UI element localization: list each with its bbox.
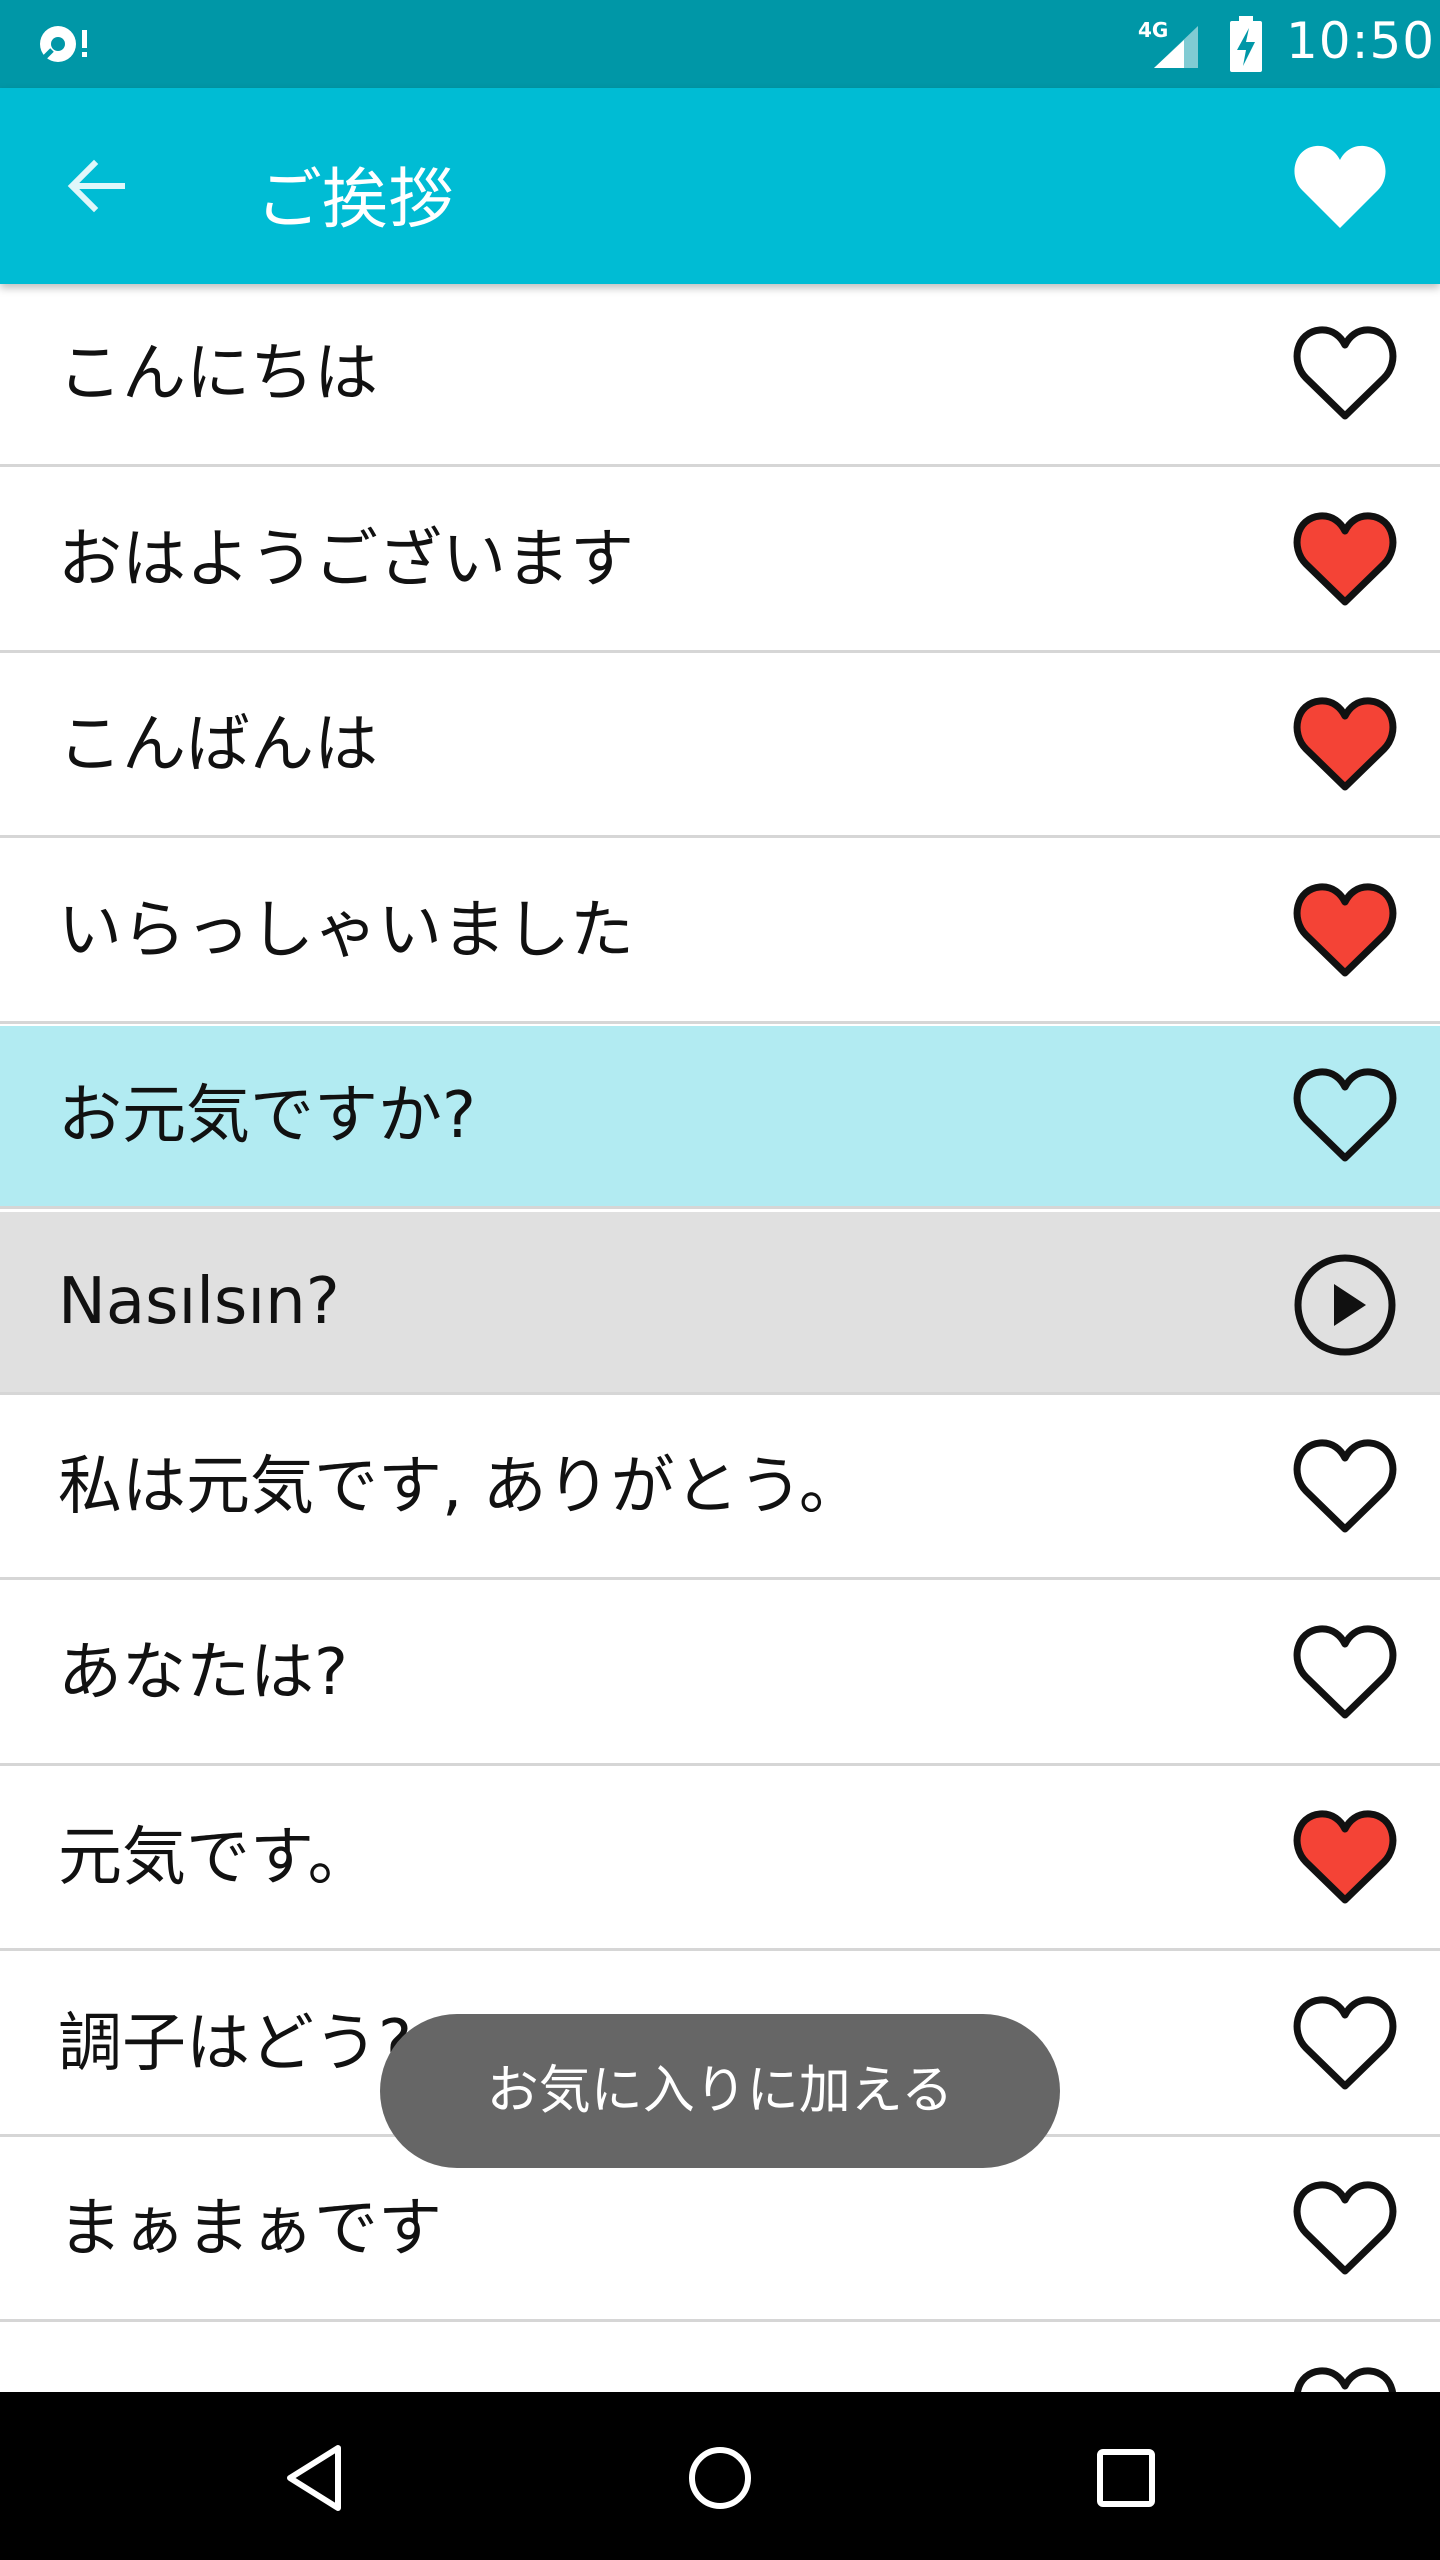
list-item[interactable]: おはようございます [0,470,1440,653]
battery-charging-icon [1230,16,1262,72]
heart-outline-icon[interactable] [1290,2365,1400,2392]
phrase-text: いらっしゃいました [58,894,634,968]
heart-filled-icon[interactable] [1290,510,1400,610]
status-bar: 4G 10:50 [0,0,1440,88]
phrase-text: お元気ですか? [58,1079,476,1153]
home-nav-icon[interactable] [680,2438,760,2518]
list-item[interactable]: 元気です。 [0,1768,1440,1951]
translation-text: Nasılsın? [58,1265,340,1339]
app-bar: ご挨拶 [0,88,1440,284]
heart-filled-icon[interactable] [1290,695,1400,795]
phrase-text: こんにちは [58,337,378,411]
phrase-text: こんばんは [58,708,378,782]
list-item[interactable]: あなたは? [0,1583,1440,1766]
list-item[interactable]: いらっしゃいました [0,841,1440,1024]
heart-outline-icon[interactable] [1290,324,1400,424]
notification-icon [40,26,87,62]
clock: 10:50 [1286,12,1436,70]
play-audio-icon[interactable] [1290,1250,1400,1360]
phrase-text: 元気です。 [58,1821,372,1895]
heart-filled-icon[interactable] [1290,1808,1400,1908]
phrase-text: おはようございます [58,523,634,597]
list-item[interactable] [0,2325,1440,2392]
arrow-back-icon[interactable] [60,150,132,222]
phrase-text: 私は元気です, ありがとう。 [58,1450,863,1524]
translation-row[interactable]: Nasılsın? [0,1212,1440,1395]
navigation-bar [0,2392,1440,2560]
favorites-heart-icon[interactable] [1290,138,1390,234]
heart-outline-icon[interactable] [1290,1066,1400,1166]
back-nav-icon[interactable] [276,2438,356,2518]
heart-outline-icon[interactable] [1290,2179,1400,2279]
heart-outline-icon[interactable] [1290,1437,1400,1537]
recents-nav-icon[interactable] [1086,2438,1166,2518]
page-title: ご挨拶 [256,161,454,238]
phrase-text: あなたは? [58,1636,348,1710]
list-item[interactable]: 私は元気です, ありがとう。 [0,1397,1440,1580]
phrase-text: 調子はどう? [58,2007,412,2081]
list-item[interactable]: お元気ですか? [0,1026,1440,1209]
heart-outline-icon[interactable] [1290,1994,1400,2094]
heart-filled-icon[interactable] [1290,881,1400,981]
heart-outline-icon[interactable] [1290,1623,1400,1723]
list-item[interactable]: こんにちは [0,284,1440,467]
list-item[interactable]: こんばんは [0,655,1440,838]
toast-message: お気に入りに加える [380,2014,1060,2168]
signal-icon: 4G [1134,18,1204,70]
phrase-text: まぁまぁです [58,2192,442,2266]
